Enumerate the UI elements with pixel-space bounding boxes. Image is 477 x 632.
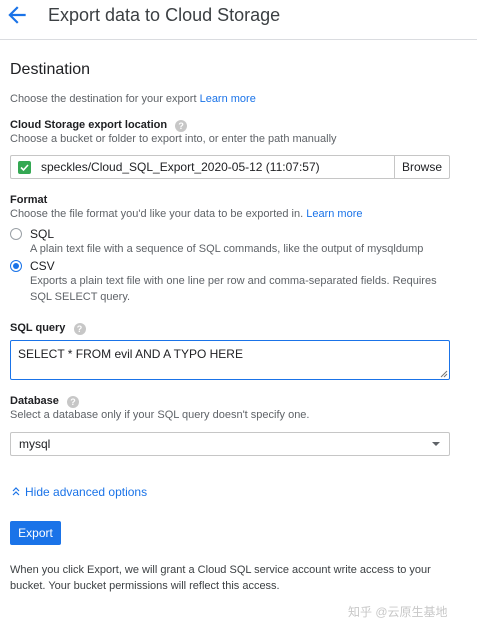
watermark: 知乎 @云原生基地 [348, 605, 448, 619]
location-input[interactable]: speckles/Cloud_SQL_Export_2020-05-12 (11… [10, 155, 450, 179]
location-label: Cloud Storage export location [10, 119, 168, 131]
database-select[interactable]: mysql [10, 432, 450, 456]
destination-heading: Destination [10, 61, 91, 78]
format-helper: Choose the file format you'd like your d… [10, 208, 363, 220]
sql-query-textarea[interactable]: SELECT * FROM evil AND A TYPO HERE [10, 340, 450, 380]
radio-csv-description-line2: SQL SELECT query. [30, 291, 131, 303]
radio-sql-label[interactable]: SQL [30, 227, 54, 241]
location-helper: Choose a bucket or folder to export into… [10, 133, 337, 145]
hide-advanced-options-link[interactable]: Hide advanced options [11, 485, 147, 499]
sql-query-label: SQL query [10, 322, 66, 334]
page-header: Export data to Cloud Storage [0, 0, 477, 40]
radio-sql[interactable] [10, 228, 22, 240]
radio-csv-label[interactable]: CSV [30, 259, 55, 273]
dropdown-arrow-icon [432, 442, 440, 446]
destination-helper: Choose the destination for your export L… [10, 93, 256, 105]
help-icon[interactable]: ? [73, 323, 86, 335]
arrow-left-icon[interactable] [4, 2, 30, 28]
check-icon [18, 161, 31, 174]
radio-sql-description: A plain text file with a sequence of SQL… [30, 243, 424, 255]
hide-advanced-options-label[interactable]: Hide advanced options [25, 485, 147, 499]
destination-learn-more-link[interactable]: Learn more [200, 93, 256, 105]
export-notice-line1: When you click Export, we will grant a C… [10, 564, 431, 576]
export-notice-line2: bucket. Your bucket permissions will ref… [10, 580, 280, 592]
destination-helper-text: Choose the destination for your export [10, 93, 197, 105]
sql-query-value: SELECT * FROM evil AND A TYPO HERE [18, 347, 243, 361]
help-icon[interactable]: ? [66, 396, 79, 408]
help-icon[interactable]: ? [175, 120, 188, 132]
database-label: Database [10, 395, 59, 407]
database-selected-value: mysql [19, 437, 51, 451]
location-label-row: Cloud Storage export location ? [10, 119, 188, 132]
sql-query-label-row: SQL query ? [10, 322, 86, 335]
format-helper-text: Choose the file format you'd like your d… [10, 208, 304, 220]
export-button[interactable]: Export [10, 521, 61, 545]
page-title: Export data to Cloud Storage [48, 5, 281, 25]
format-label: Format [10, 194, 48, 206]
export-notice: When you click Export, we will grant a C… [10, 562, 450, 594]
radio-csv-description-line1: Exports a plain text file with one line … [30, 275, 437, 287]
chevron-up-icon [12, 487, 20, 496]
radio-csv[interactable] [10, 260, 22, 272]
browse-button[interactable]: Browse [394, 156, 449, 178]
format-learn-more-link[interactable]: Learn more [306, 208, 362, 220]
database-helper: Select a database only if your SQL query… [10, 409, 310, 421]
location-value: speckles/Cloud_SQL_Export_2020-05-12 (11… [41, 160, 320, 174]
database-label-row: Database ? [10, 395, 79, 408]
resize-handle-icon[interactable] [440, 370, 448, 378]
